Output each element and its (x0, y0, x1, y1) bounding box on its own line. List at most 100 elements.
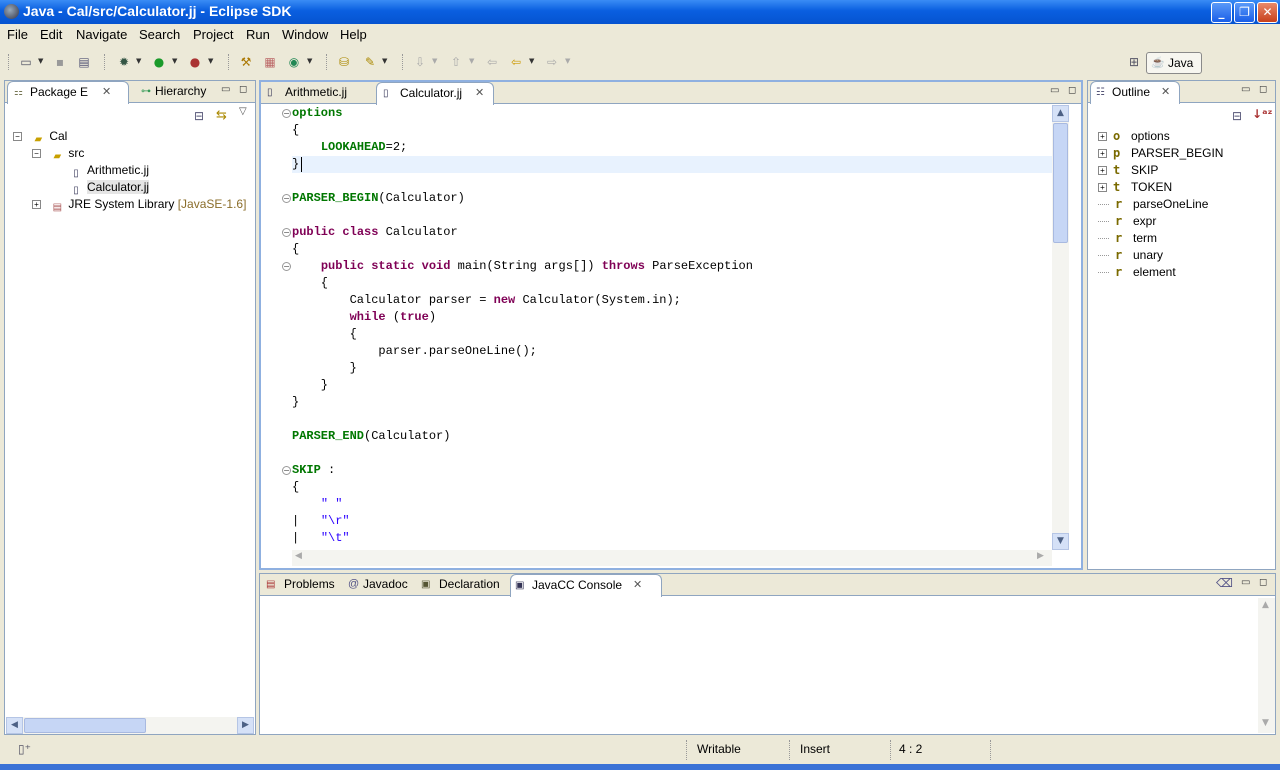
forward-icon[interactable]: ⇨ (544, 54, 560, 70)
next-annotation-icon[interactable]: ⇩ (412, 54, 428, 70)
fold-icon[interactable]: − (282, 228, 291, 237)
fold-icon[interactable]: − (282, 262, 291, 271)
scroll-up-icon[interactable]: ▲ (1052, 105, 1069, 122)
new-icon[interactable]: ▭ (18, 54, 34, 70)
clear-console-icon[interactable]: ⌫ (1216, 576, 1233, 590)
tab-javadoc[interactable]: @ Javadoc (344, 574, 416, 596)
menu-window[interactable]: Window (282, 27, 328, 42)
prev-annotation-icon[interactable]: ⇧ (448, 54, 464, 70)
console-vertical-scrollbar[interactable]: ▲ ▼ (1258, 598, 1275, 733)
outline-item[interactable]: r term (1098, 230, 1157, 247)
code-line: LOOKAHEAD=2; (320, 140, 408, 154)
horizontal-scrollbar[interactable]: ◀ ▶ (6, 717, 254, 734)
scroll-right-icon[interactable]: ▶ (237, 717, 254, 734)
minimize-view-icon[interactable]: ▭ (1241, 577, 1250, 588)
fold-icon[interactable]: − (282, 109, 291, 118)
scroll-down-icon[interactable]: ▼ (1052, 533, 1069, 550)
tree-item-cal[interactable]: − ▰ Cal (13, 128, 67, 145)
restore-button[interactable]: ❐ (1234, 2, 1255, 23)
editor-horizontal-scrollbar[interactable]: ◀ ▶ (292, 550, 1052, 566)
outline-item[interactable]: + t SKIP (1098, 162, 1158, 179)
menu-edit[interactable]: Edit (40, 27, 62, 42)
save-icon[interactable]: ▪ (52, 54, 68, 70)
scroll-down-icon[interactable]: ▼ (1262, 718, 1269, 728)
tab-hierarchy[interactable]: ⊶ Hierarchy (137, 81, 217, 103)
tab-javacc-console[interactable]: ▣ JavaCC Console ✕ (510, 574, 662, 597)
tab-problems[interactable]: ▤ Problems (262, 574, 342, 596)
editor-vertical-scrollbar[interactable]: ▲ ▼ (1052, 105, 1069, 550)
outline-item[interactable]: r expr (1098, 213, 1156, 230)
tab-declaration[interactable]: ▣ Declaration (418, 574, 508, 596)
outline-item[interactable]: r parseOneLine (1098, 196, 1208, 213)
production-type-icon: t (1113, 163, 1121, 177)
fast-view-icon[interactable]: ▯⁺ (18, 742, 31, 756)
open-perspective-icon[interactable]: ⊞ (1126, 54, 1142, 70)
open-type-icon[interactable]: ⛁ (336, 54, 352, 70)
expand-icon[interactable]: + (1098, 132, 1107, 141)
print-icon[interactable]: ▤ (76, 54, 92, 70)
sort-icon[interactable]: ↓ᵃᶻ (1252, 107, 1273, 121)
scroll-left-icon[interactable]: ◀ (295, 551, 302, 561)
back-icon[interactable]: ⇦ (508, 54, 524, 70)
tab-outline[interactable]: ☷ Outline ✕ (1090, 81, 1180, 104)
outline-item[interactable]: + t TOKEN (1098, 179, 1172, 196)
close-icon[interactable]: ✕ (475, 83, 484, 104)
link-with-editor-icon[interactable]: ⇆ (216, 108, 227, 123)
search-icon[interactable]: ✎ (362, 54, 378, 70)
tree-item-calculator[interactable]: ▯ Calculator.jj (69, 179, 150, 196)
maximize-view-icon[interactable]: ◻ (1259, 577, 1267, 588)
view-menu-icon[interactable]: ▽ (239, 106, 247, 117)
close-icon[interactable]: ✕ (1161, 82, 1170, 103)
close-icon[interactable]: ✕ (102, 82, 111, 103)
minimize-view-icon[interactable]: ▭ (221, 84, 230, 95)
outline-item[interactable]: + p PARSER_BEGIN (1098, 145, 1223, 162)
maximize-view-icon[interactable]: ◻ (239, 84, 247, 95)
scroll-thumb[interactable] (1053, 123, 1068, 243)
outline-item[interactable]: r unary (1098, 247, 1163, 264)
fold-icon[interactable]: − (282, 466, 291, 475)
code-line: " " (320, 497, 343, 511)
minimize-view-icon[interactable]: ▭ (1241, 84, 1250, 95)
menu-navigate[interactable]: Navigate (76, 27, 127, 42)
maximize-view-icon[interactable]: ◻ (1259, 84, 1267, 95)
expand-icon[interactable]: + (1098, 183, 1107, 192)
tab-calculator[interactable]: ▯ Calculator.jj ✕ (376, 82, 494, 105)
fold-icon[interactable]: − (282, 194, 291, 203)
expand-icon[interactable]: + (1098, 166, 1107, 175)
collapse-all-icon[interactable]: ⊟ (194, 109, 204, 123)
minimize-button[interactable]: _ (1211, 2, 1232, 23)
collapse-all-icon[interactable]: ⊟ (1232, 109, 1242, 123)
perspective-java-button[interactable]: ☕ Java (1146, 52, 1202, 74)
scroll-left-icon[interactable]: ◀ (6, 717, 23, 734)
new-class-icon[interactable]: ◉ (286, 54, 302, 70)
outline-item[interactable]: + o options (1098, 128, 1170, 145)
external-tools-icon[interactable]: ● (187, 54, 203, 70)
menu-search[interactable]: Search (139, 27, 180, 42)
menu-project[interactable]: Project (193, 27, 233, 42)
menu-run[interactable]: Run (246, 27, 270, 42)
tree-item-jre[interactable]: + ▤ JRE System Library [JavaSE-1.6] (32, 196, 256, 213)
tree-item-src[interactable]: − ▰ src (32, 145, 84, 162)
menu-file[interactable]: File (7, 27, 28, 42)
code-line: { (292, 242, 300, 256)
maximize-view-icon[interactable]: ◻ (1068, 85, 1076, 96)
expand-icon[interactable]: + (1098, 149, 1107, 158)
tree-item-arithmetic[interactable]: ▯ Arithmetic.jj (69, 162, 149, 179)
last-edit-icon[interactable]: ⇦ (484, 54, 500, 70)
menu-help[interactable]: Help (340, 27, 367, 42)
close-icon[interactable]: ✕ (633, 575, 642, 596)
debug-icon[interactable]: ✹ (116, 54, 132, 70)
minimize-view-icon[interactable]: ▭ (1050, 85, 1059, 96)
taskbar-strip (0, 764, 1280, 770)
new-java-project-icon[interactable]: ⚒ (238, 54, 254, 70)
outline-item[interactable]: r element (1098, 264, 1176, 281)
scroll-thumb[interactable] (24, 718, 146, 733)
scroll-up-icon[interactable]: ▲ (1262, 600, 1269, 610)
scroll-right-icon[interactable]: ▶ (1037, 551, 1044, 561)
close-window-button[interactable]: ✕ (1257, 2, 1278, 23)
at-icon: @ (348, 578, 360, 590)
tab-package-explorer[interactable]: ⚏ Package E ✕ (7, 81, 129, 104)
run-icon[interactable]: ● (151, 54, 167, 70)
tab-arithmetic[interactable]: ▯ Arithmetic.jj (263, 82, 373, 104)
new-package-icon[interactable]: ▦ (262, 54, 278, 70)
